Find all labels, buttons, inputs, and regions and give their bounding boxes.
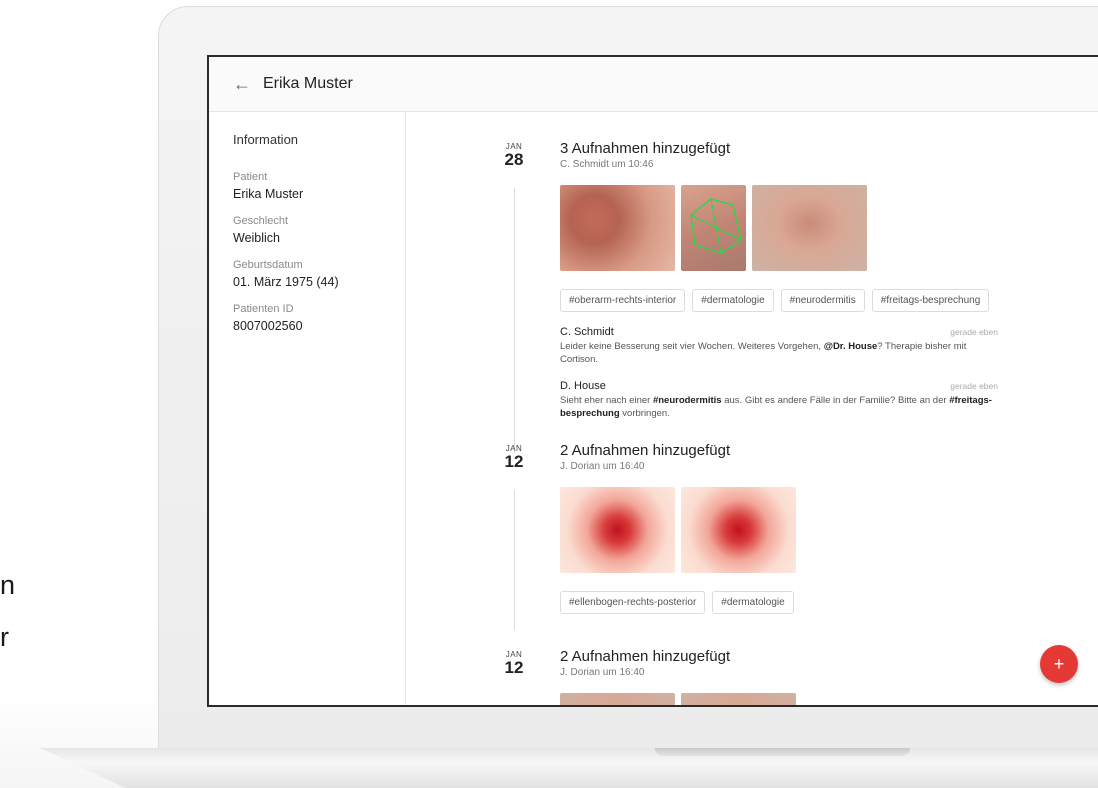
entry-title: 2 Aufnahmen hinzugefügt: [560, 648, 731, 665]
tag-chip[interactable]: #dermatologie: [712, 591, 794, 614]
entry-subtitle: C. Schmidt um 10:46: [560, 159, 654, 170]
timeline-entry: JAN 12 2 Aufnahmen hinzugefügt J. Dorian…: [502, 442, 1098, 630]
comment-time: gerade eben: [950, 381, 998, 391]
page-title: Erika Muster: [263, 75, 353, 92]
photo-row: [560, 693, 1098, 705]
add-button[interactable]: +: [1040, 645, 1078, 683]
field-label-patient-id: Patienten ID: [233, 303, 294, 315]
tag-list: #ellenbogen-rechts-posterior #dermatolog…: [560, 591, 1098, 614]
entry-subtitle: J. Dorian um 16:40: [560, 461, 645, 472]
photo-row: [560, 487, 1098, 573]
field-value-gender: Weiblich: [233, 231, 281, 245]
tag-chip[interactable]: #neurodermitis: [780, 289, 865, 312]
comment-text: Sieht eher nach einer #neurodermitis aus…: [560, 395, 992, 419]
mention-link[interactable]: @Dr. House: [824, 341, 878, 352]
tag-chip[interactable]: #ellenbogen-rechts-posterior: [560, 591, 706, 614]
tag-list: #oberarm-rechts-interior #dermatologie #…: [560, 289, 1098, 312]
sidebar-heading: Information: [233, 132, 299, 147]
photo-thumbnail-annotated[interactable]: [681, 185, 746, 271]
tag-chip[interactable]: #oberarm-rechts-interior: [560, 289, 686, 312]
field-label-patient: Patient: [233, 171, 268, 183]
entry-date: JAN 12: [502, 444, 526, 470]
entry-title: 3 Aufnahmen hinzugefügt: [560, 140, 731, 157]
date-day: 28: [504, 150, 524, 169]
laptop-notch: [655, 748, 910, 756]
comment-text: Leider keine Besserung seit vier Wochen.…: [560, 341, 967, 365]
photo-thumbnail[interactable]: [560, 693, 675, 705]
timeline-connector: [514, 188, 515, 453]
entry-title: 2 Aufnahmen hinzugefügt: [560, 442, 731, 459]
laptop-base: [40, 748, 1098, 788]
app-screen: ← Erika Muster Information Patient Erika…: [207, 55, 1098, 707]
entry-subtitle: J. Dorian um 16:40: [560, 667, 645, 678]
entry-date: JAN 12: [502, 650, 526, 676]
arrow-left-icon[interactable]: ←: [233, 74, 251, 95]
field-label-gender: Geschlecht: [233, 215, 289, 227]
date-day: 12: [504, 658, 524, 677]
plus-icon: +: [1053, 653, 1065, 674]
photo-thumbnail[interactable]: [681, 693, 796, 705]
comment-author: D. House: [560, 380, 606, 392]
comment: D. House gerade eben Sieht eher nach ein…: [560, 380, 998, 420]
comment-author: C. Schmidt: [560, 326, 614, 338]
side-text-1: n: [0, 570, 16, 600]
tag-chip[interactable]: #dermatologie: [692, 289, 774, 312]
top-bar: ← Erika Muster: [209, 57, 1098, 112]
timeline-connector: [514, 490, 515, 630]
hashtag-link[interactable]: #neurodermitis: [653, 395, 722, 406]
comment: C. Schmidt gerade eben Leider keine Bess…: [560, 326, 998, 366]
field-label-birthdate: Geburtsdatum: [233, 259, 303, 271]
patient-info-sidebar: Information Patient Erika Muster Geschle…: [209, 112, 406, 705]
field-value-patient: Erika Muster: [233, 187, 304, 201]
photo-thumbnail[interactable]: [681, 487, 796, 573]
entry-date: JAN 28: [502, 142, 526, 168]
tag-chip[interactable]: #freitags-besprechung: [871, 289, 990, 312]
photo-thumbnail[interactable]: [752, 185, 867, 271]
annotation-outline: [690, 198, 742, 254]
timeline-feed: JAN 28 3 Aufnahmen hinzugefügt C. Schmid…: [406, 112, 1098, 705]
photo-thumbnail[interactable]: [560, 185, 675, 271]
timeline-entry: JAN 12 2 Aufnahmen hinzugefügt J. Dorian…: [502, 648, 1098, 705]
timeline-entry: JAN 28 3 Aufnahmen hinzugefügt C. Schmid…: [502, 140, 1098, 453]
field-value-patient-id: 8007002560: [233, 319, 303, 333]
side-text-2: r: [0, 622, 9, 652]
comment-time: gerade eben: [950, 327, 998, 337]
date-day: 12: [504, 452, 524, 471]
field-value-birthdate: 01. März 1975 (44): [233, 275, 339, 289]
photo-thumbnail[interactable]: [560, 487, 675, 573]
photo-row: [560, 185, 1098, 271]
